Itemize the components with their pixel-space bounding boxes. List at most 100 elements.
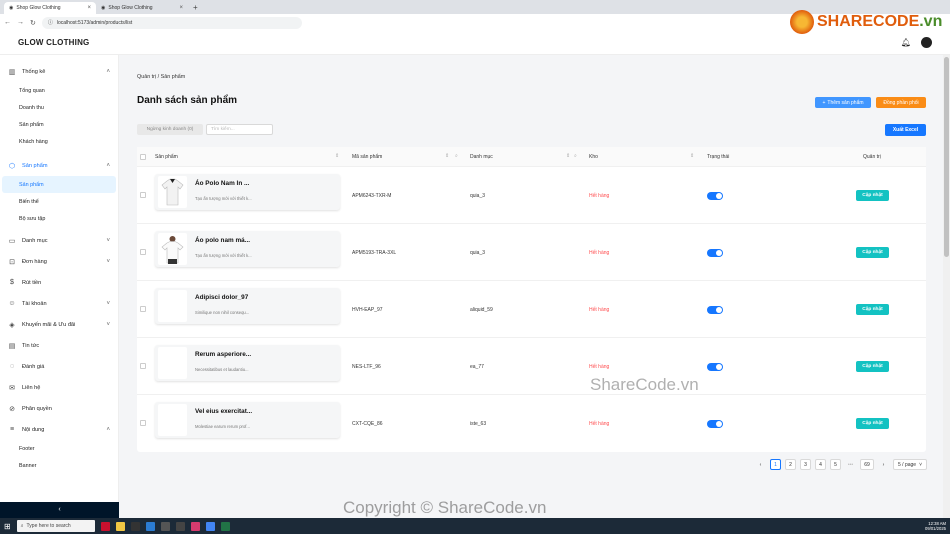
prev-page-icon[interactable]: ‹: [755, 459, 766, 470]
product-card[interactable]: Vel eius exercitat... Molestiae earum re…: [155, 402, 340, 438]
search-input[interactable]: Tìm kiếm...: [206, 124, 273, 135]
product-card[interactable]: Áo polo nam má... Tạo ấn tượng mới với t…: [155, 231, 340, 267]
sidebar-item-accounts[interactable]: ☺ Tài khoản ˅: [0, 293, 118, 314]
sidebar-item-orders[interactable]: ⊡ Đơn hàng ˅: [0, 251, 118, 272]
page-5[interactable]: 5: [830, 459, 841, 470]
app-icon[interactable]: [160, 521, 170, 531]
terminal-icon[interactable]: [130, 521, 140, 531]
row-checkbox[interactable]: [140, 306, 146, 312]
product-card[interactable]: Áo Polo Nam In ... Tạo ấn tượng mới với …: [155, 174, 340, 210]
row-checkbox[interactable]: [140, 249, 146, 255]
sidebar-item-label: Nội dung: [22, 426, 45, 433]
page-ellipsis[interactable]: •••: [845, 459, 856, 470]
forward-icon[interactable]: →: [17, 19, 24, 26]
filter-icon[interactable]: ⌕: [455, 153, 458, 159]
page-last[interactable]: 69: [860, 459, 874, 470]
page-4[interactable]: 4: [815, 459, 826, 470]
system-clock[interactable]: 12:38 AM 09/01/2025: [925, 521, 946, 531]
update-button[interactable]: Cập nhật: [856, 418, 889, 429]
sort-icon[interactable]: ⇕: [335, 153, 339, 159]
row-checkbox[interactable]: [140, 420, 146, 426]
status-toggle[interactable]: [707, 420, 723, 428]
sidebar-subitem-product-stats[interactable]: Sản phẩm: [0, 116, 118, 133]
add-product-button[interactable]: + Thêm sản phẩm: [815, 97, 871, 108]
back-icon[interactable]: ←: [4, 19, 11, 26]
close-icon[interactable]: ×: [179, 5, 183, 11]
export-excel-button[interactable]: Xuất Excel: [885, 124, 926, 136]
column-header-category[interactable]: Danh mục: [470, 154, 493, 160]
vscode-icon[interactable]: [145, 521, 155, 531]
sort-icon[interactable]: ⇕: [566, 153, 570, 159]
brand-logo[interactable]: GLOW CLOTHING: [18, 38, 89, 47]
chrome-icon[interactable]: [205, 521, 215, 531]
column-header-stock[interactable]: Kho: [589, 154, 598, 160]
update-button[interactable]: Cập nhật: [856, 304, 889, 315]
sidebar-item-categories[interactable]: ▭ Danh mục ˅: [0, 230, 118, 251]
discontinued-filter-button[interactable]: Ngừng kinh doanh (0): [137, 124, 203, 135]
status-toggle[interactable]: [707, 363, 723, 371]
sidebar-item-contact[interactable]: ✉ Liên hệ: [0, 377, 118, 398]
next-page-icon[interactable]: ›: [878, 459, 889, 470]
table-row: Áo Polo Nam In ... Tạo ấn tượng mới với …: [137, 167, 926, 224]
page-3[interactable]: 3: [800, 459, 811, 470]
windows-start-icon[interactable]: ⊞: [4, 522, 11, 531]
sidebar-item-permissions[interactable]: ⊘ Phân quyền: [0, 398, 118, 419]
product-name: Adipisci dolor_97: [195, 294, 249, 301]
product-card[interactable]: Adipisci dolor_97 Similique non nihil co…: [155, 288, 340, 324]
sidebar-subitem-customers[interactable]: Khách hàng: [0, 133, 118, 150]
sidebar-item-withdraw[interactable]: $ Rút tiền: [0, 272, 118, 293]
app-icon-2[interactable]: [190, 521, 200, 531]
sidebar-item-promotions[interactable]: ◈ Khuyến mãi & Ưu đãi ˅: [0, 314, 118, 335]
row-checkbox[interactable]: [140, 192, 146, 198]
sidebar-item-content[interactable]: ≡ Nội dung ˄: [0, 419, 118, 440]
sidebar-item-reviews[interactable]: ◌ Đánh giá: [0, 356, 118, 377]
avatar[interactable]: [921, 37, 932, 48]
column-header-product[interactable]: Sản phẩm: [155, 154, 178, 160]
taskbar-search-input[interactable]: ⌕ Type here to search: [16, 520, 95, 532]
page-2[interactable]: 2: [785, 459, 796, 470]
filter-icon[interactable]: ⌕: [574, 153, 577, 159]
sidebar-subitem-variants[interactable]: Biến thể: [0, 193, 118, 210]
scrollbar-thumb[interactable]: [944, 57, 949, 257]
column-header-sku[interactable]: Mã sản phẩm: [352, 154, 382, 160]
page-size-select[interactable]: 5 / page ˅: [893, 459, 927, 470]
terminal-icon-2[interactable]: [175, 521, 185, 531]
sidebar-subitem-product-list[interactable]: Sản phẩm: [2, 176, 116, 193]
sidebar-subitem-collections[interactable]: Bộ sưu tập: [0, 210, 118, 227]
reload-icon[interactable]: ↻: [30, 19, 36, 27]
browser-tab-1[interactable]: ◉ Shop Glow Clothing ×: [4, 2, 96, 14]
sidebar-collapse-button[interactable]: ‹: [0, 502, 119, 518]
page-1[interactable]: 1: [770, 459, 781, 470]
bell-icon[interactable]: 🔔︎: [901, 38, 911, 47]
status-toggle[interactable]: [707, 192, 723, 200]
table-header: Sản phẩm ⇕ Mã sản phẩm ⇕ ⌕ Danh mục ⇕ ⌕ …: [137, 147, 926, 167]
sidebar-item-news[interactable]: ▤ Tin tức: [0, 335, 118, 356]
sort-icon[interactable]: ⇕: [690, 153, 694, 159]
file-explorer-icon[interactable]: [115, 521, 125, 531]
sidebar-subitem-footer[interactable]: Footer: [0, 440, 118, 457]
chevron-down-icon: ˅: [106, 321, 110, 328]
row-checkbox[interactable]: [140, 363, 146, 369]
select-all-checkbox[interactable]: [140, 154, 146, 160]
sidebar-subitem-revenue[interactable]: Doanh thu: [0, 99, 118, 116]
update-button[interactable]: Cập nhật: [856, 190, 889, 201]
sort-icon[interactable]: ⇕: [445, 153, 449, 159]
status-toggle[interactable]: [707, 306, 723, 314]
url-input[interactable]: ⓘ localhost:5173/admin/products/list: [41, 16, 302, 29]
sidebar-subitem-banner[interactable]: Banner: [0, 457, 118, 474]
close-icon[interactable]: ×: [87, 5, 91, 11]
stock-status: Hết hàng: [589, 307, 610, 313]
sidebar-subitem-overview[interactable]: Tổng quan: [0, 82, 118, 99]
sync-button[interactable]: Đồng phần phối: [876, 97, 926, 108]
page-scrollbar[interactable]: [943, 55, 950, 518]
excel-icon[interactable]: [220, 521, 230, 531]
sidebar-item-statistics[interactable]: ▥ Thống kê ˄: [0, 61, 118, 82]
sidebar-item-products[interactable]: ⬡ Sản phẩm ˄: [0, 155, 118, 176]
product-card[interactable]: Rerum asperiore... Necessitatibus et lau…: [155, 345, 340, 381]
browser-tab-2[interactable]: ◉ Shop Glow Clothing ×: [96, 2, 188, 14]
status-toggle[interactable]: [707, 249, 723, 257]
update-button[interactable]: Cập nhật: [856, 247, 889, 258]
new-tab-icon[interactable]: +: [188, 2, 203, 14]
flag-icon[interactable]: [100, 521, 110, 531]
update-button[interactable]: Cập nhật: [856, 361, 889, 372]
